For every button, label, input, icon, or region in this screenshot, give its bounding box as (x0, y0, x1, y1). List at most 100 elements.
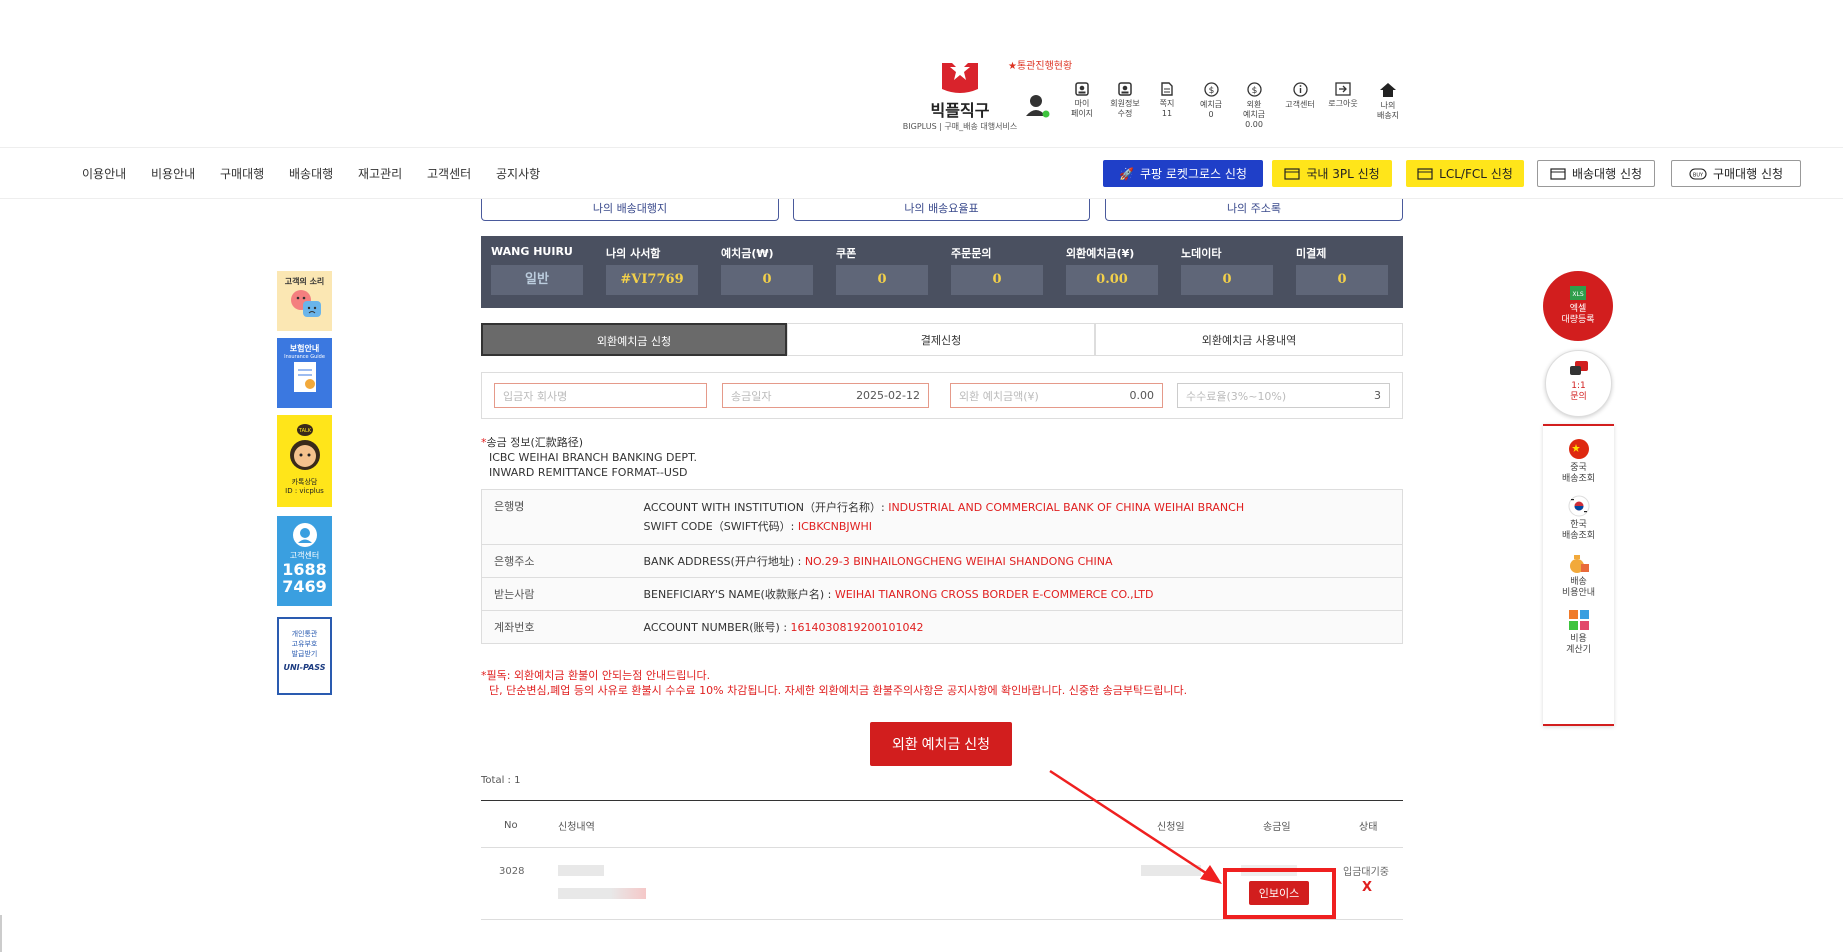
account-number-value: ACCOUNT NUMBER(账号) : 1614030819200101042 (631, 610, 1403, 644)
remit-line-1: ICBC WEIHAI BRANCH BANKING DEPT. (489, 451, 697, 464)
svg-text:XLS: XLS (1572, 291, 1583, 298)
account-number-text: 1614030819200101042 (790, 621, 924, 634)
lcl-fcl-button[interactable]: LCL/FCL 신청 (1406, 160, 1524, 187)
unipass-logo: UNI-PASS (283, 663, 326, 672)
delete-icon[interactable]: X (1362, 880, 1372, 895)
stat-value: #VI7769 (606, 265, 698, 295)
bank-name-key: ACCOUNT WITH INSTITUTION（开户行名称）: (643, 501, 889, 514)
unipass-banner[interactable]: 개인통관 고유부호 발급받기 UNI-PASS (277, 617, 332, 695)
stat-label: WANG HUIRU (491, 245, 573, 258)
member-edit-link[interactable]: 회원정보 수정 (1105, 82, 1145, 119)
customer-center-link[interactable]: 고객센터 (1280, 82, 1320, 110)
customer-center-banner[interactable]: 고객센터 1688 7469 (277, 516, 332, 606)
shipping-agency-apply-button[interactable]: 배송대행 신청 (1537, 160, 1655, 187)
customer-center-number-1: 1688 (282, 560, 327, 579)
redacted-text (558, 888, 646, 899)
kakao-talk-label: 카톡상담 (291, 478, 318, 486)
bank-address-value: BANK ADDRESS(开户行地址) : NO.29-3 BINHAILONG… (631, 544, 1403, 578)
china-tracking-link[interactable]: 중국 배송조회 (1543, 438, 1614, 485)
my-shipping-rate-tab[interactable]: 나의 배송요율표 (793, 199, 1090, 221)
avatar[interactable] (1024, 92, 1050, 118)
nav-shipping-agency[interactable]: 배송대행 (289, 165, 333, 182)
customs-tracking-link[interactable]: ★통관진행현황 (1008, 57, 1072, 72)
bank-name-text: INDUSTRIAL AND COMMERCIAL BANK OF CHINA … (888, 501, 1245, 514)
stat-value: 0 (721, 265, 813, 295)
korea-flag-icon (1568, 495, 1589, 517)
my-page-label: 마이 페이지 (1070, 99, 1094, 118)
bank-name-value: ACCOUNT WITH INSTITUTION（开户行名称）: INDUSTR… (631, 489, 1403, 545)
bank-address-label: 은행주소 (481, 544, 632, 578)
remit-date-field[interactable]: 송금일자 2025-02-12 (722, 383, 929, 408)
nav-inventory[interactable]: 재고관리 (358, 165, 402, 182)
bank-address-key: BANK ADDRESS(开户行地址) : (643, 555, 805, 568)
site-logo[interactable]: 빅플직구 BIGPLUS | 구매_배송 대행서비스 (900, 55, 1020, 132)
stat-value: 0 (1296, 265, 1388, 295)
fx-amount-field[interactable]: 외환 예치금액(¥) 0.00 (950, 383, 1163, 408)
my-page-link[interactable]: 마이 페이지 (1062, 82, 1102, 119)
shipping-cost-link[interactable]: 배송 비용안내 (1543, 552, 1614, 599)
customer-voice-banner[interactable]: 고객의 소리 (277, 271, 332, 331)
korea-tracking-link[interactable]: 한국 배송조회 (1543, 495, 1614, 542)
my-shipping-address-tab[interactable]: 나의 배송대행지 (481, 199, 779, 221)
message-link[interactable]: 쪽지 11 (1147, 82, 1187, 119)
fx-deposit-label: 외환 예치금 0.00 (1242, 100, 1266, 129)
tab-fx-deposit-apply[interactable]: 외환예치금 신청 (481, 323, 787, 356)
stat-value: 일반 (491, 265, 583, 295)
tab-fx-deposit-history[interactable]: 외환예치금 사용내역 (1095, 323, 1403, 356)
deposit-link[interactable]: $ 예치금 0 (1191, 82, 1231, 120)
my-address-book-tab[interactable]: 나의 주소록 (1105, 199, 1403, 221)
header-status: 상태 (1359, 822, 1378, 833)
svg-text:TALK: TALK (297, 428, 311, 434)
stat-label: 미결제 (1296, 247, 1327, 260)
refund-notice-line-1: *필독: 외환예치금 환불이 안되는점 안내드립니다. (481, 669, 711, 682)
logo-mark-icon (938, 55, 982, 95)
cost-calculator-label: 비용 계산기 (1566, 634, 1591, 655)
unipass-label-1: 개인통관 (291, 630, 318, 638)
unipass-label-3: 발급받기 (291, 650, 318, 658)
fx-amount-value: 0.00 (1129, 389, 1155, 402)
swift-code-key: SWIFT CODE（SWIFT代码）: (643, 520, 798, 533)
nav-cost-guide[interactable]: 비용안내 (151, 165, 195, 182)
remit-line-2: INWARD REMITTANCE FORMAT--USD (489, 466, 688, 479)
box-icon (1284, 167, 1300, 180)
one-to-one-inquiry-label: 1:1 문의 (1570, 381, 1587, 402)
deposit-label: 예치금 0 (1199, 100, 1223, 119)
box-icon (1417, 167, 1433, 180)
cost-calculator-link[interactable]: 비용 계산기 (1543, 609, 1614, 656)
headset-icon (292, 523, 317, 547)
logout-link[interactable]: 로그아웃 (1323, 82, 1363, 109)
fx-deposit-link[interactable]: $ 외환 예치금 0.00 (1234, 82, 1274, 130)
nav-purchase-agency[interactable]: 구매대행 (220, 165, 264, 182)
nav-customer-center[interactable]: 고객센터 (427, 165, 471, 182)
nav-notice[interactable]: 공지사항 (496, 165, 540, 182)
purchase-agency-apply-button[interactable]: BUY 구매대행 신청 (1671, 160, 1801, 187)
coupang-rocket-label: 쿠팡 로켓그로스 신청 (1139, 167, 1247, 181)
message-icon (1161, 82, 1173, 96)
fx-deposit-apply-button[interactable]: 외환 예치금 신청 (870, 722, 1012, 766)
china-flag-icon (1568, 439, 1589, 459)
depositor-name-field[interactable]: 입금자 회사명 (494, 383, 707, 408)
total-count: Total : 1 (481, 775, 521, 786)
fx-deposit-icon: $ (1246, 82, 1262, 97)
one-to-one-inquiry-button[interactable]: 1:1 문의 (1545, 350, 1612, 417)
coupang-rocket-button[interactable]: 🚀 쿠팡 로켓그로스 신청 (1103, 160, 1263, 187)
kakao-id-label: ID : vicplus (285, 487, 324, 495)
tab-payment-apply[interactable]: 결제신청 (787, 323, 1095, 356)
excel-bulk-register-button[interactable]: XLS 엑셀 대량등록 (1543, 271, 1613, 341)
my-address-link[interactable]: 나의 배송지 (1368, 82, 1408, 121)
bank-info-table: 은행명 ACCOUNT WITH INSTITUTION（开户行名称）: IND… (481, 489, 1403, 644)
stat-value: 0 (1181, 265, 1273, 295)
refund-notice: *필독: 외환예치금 환불이 안되는점 안내드립니다. 단, 단순변심,폐업 등… (481, 668, 1187, 698)
kakao-talk-banner[interactable]: TALK 카톡상담 ID : vicplus (277, 415, 332, 507)
shipping-agency-apply-label: 배송대행 신청 (1571, 167, 1643, 181)
calculator-icon (1568, 610, 1589, 630)
customer-voice-label: 고객의 소리 (284, 277, 325, 286)
svg-text:BUY: BUY (1693, 172, 1704, 178)
deposit-icon: $ (1203, 82, 1219, 97)
header-no: No (504, 820, 518, 831)
insurance-guide-banner[interactable]: 보험안내 Insurance Guide (277, 338, 332, 408)
domestic-3pl-button[interactable]: 국내 3PL 신청 (1272, 160, 1392, 187)
fee-rate-field[interactable]: 수수료율(3%~10%) 3 (1177, 383, 1390, 408)
nav-usage-guide[interactable]: 이용안내 (82, 165, 126, 182)
redacted-text (558, 865, 604, 876)
